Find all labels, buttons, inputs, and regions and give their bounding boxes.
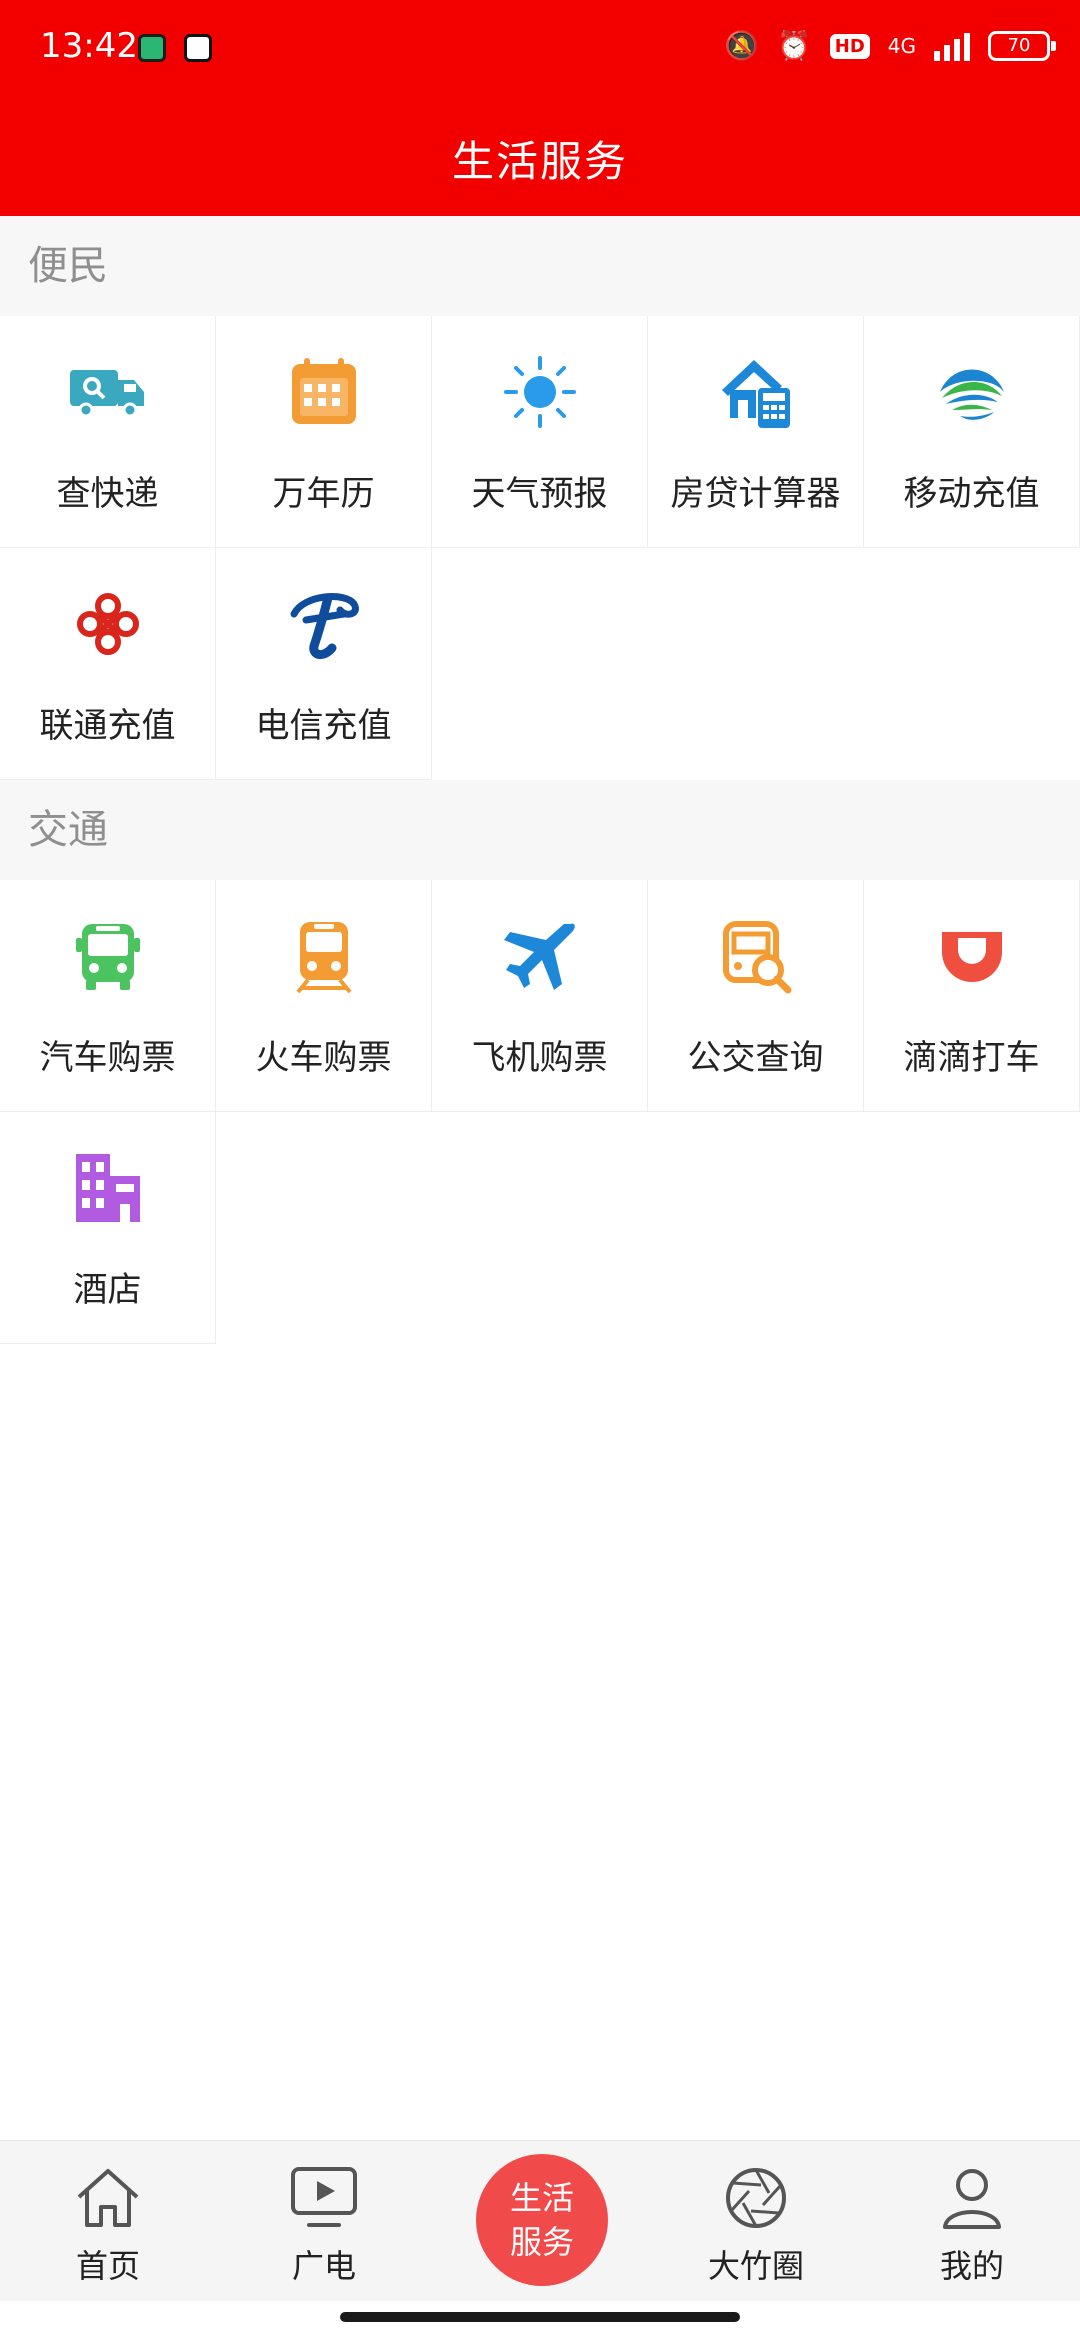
app-notification-icon <box>184 34 212 62</box>
train-icon <box>295 922 352 994</box>
nav-label: 大竹圈 <box>707 2247 804 2285</box>
china-mobile-icon <box>939 369 1004 420</box>
nav-label: 首页 <box>75 2247 140 2285</box>
notification-icons <box>138 34 212 62</box>
hotel-icon <box>75 1154 140 1222</box>
status-time: 13:42 <box>40 26 138 66</box>
airplane-icon <box>503 923 575 990</box>
nav-label: 广电 <box>291 2247 356 2285</box>
china-unicom-icon <box>76 593 139 655</box>
service-item-train-ticket[interactable]: 火车购票 <box>216 880 432 1112</box>
home-icon <box>77 2169 139 2227</box>
service-item-label: 电信充值 <box>255 706 392 746</box>
service-item-label: 万年历 <box>272 474 375 514</box>
signal-icon <box>934 31 970 61</box>
nav-item-home[interactable]: 首页 <box>0 2141 216 2301</box>
battery-icon: 70 <box>988 31 1056 61</box>
bell-muted-icon: 🔕 <box>724 29 759 62</box>
section-label-convenience: 便民 <box>0 216 1080 316</box>
nav-item-profile[interactable]: 我的 <box>864 2141 1080 2301</box>
service-item-label: 飞机购票 <box>471 1038 608 1078</box>
service-item-bus-ticket[interactable]: 汽车购票 <box>0 880 216 1112</box>
calendar-icon <box>291 358 356 424</box>
battery-level: 70 <box>1007 35 1031 56</box>
service-item-mortgage[interactable]: 房贷计算器 <box>648 316 864 548</box>
center-button-line1: 生活 <box>509 2179 574 2217</box>
nav-item-tv[interactable]: 广电 <box>216 2141 432 2301</box>
aperture-icon <box>726 2168 786 2228</box>
service-item-label: 火车购票 <box>255 1038 392 1078</box>
service-item-hotel[interactable]: 酒店 <box>0 1112 216 1344</box>
service-item-calendar[interactable]: 万年历 <box>216 316 432 548</box>
service-item-label: 公交查询 <box>687 1038 824 1078</box>
section-label-transport: 交通 <box>0 780 1080 880</box>
service-item-bus-query[interactable]: 公交查询 <box>648 880 864 1112</box>
nav-item-circle[interactable]: 大竹圈 <box>648 2141 864 2301</box>
bus-icon <box>75 924 140 990</box>
didi-icon <box>941 932 1002 982</box>
center-button-line2: 服务 <box>509 2223 574 2261</box>
service-item-label: 查快递 <box>56 474 159 514</box>
house-calculator-icon <box>721 360 790 428</box>
bus-search-icon <box>722 921 791 994</box>
delivery-truck-icon <box>69 370 144 418</box>
service-item-didi[interactable]: 滴滴打车 <box>864 880 1080 1112</box>
service-item-label: 汽车购票 <box>39 1038 176 1078</box>
china-telecom-icon <box>290 593 359 659</box>
service-item-label: 移动充值 <box>903 474 1040 514</box>
nav-label: 我的 <box>939 2247 1004 2285</box>
sun-icon <box>503 356 576 428</box>
service-item-label: 酒店 <box>73 1270 142 1310</box>
alarm-icon: ⏰ <box>776 29 812 62</box>
service-item-express[interactable]: 查快递 <box>0 316 216 548</box>
page-title: 生活服务 <box>451 137 628 186</box>
service-item-flight-ticket[interactable]: 飞机购票 <box>432 880 648 1112</box>
status-indicators: 🔕 ⏰ HD 4G 70 <box>724 26 1056 66</box>
header-bar: 13:42 🔕 ⏰ HD 4G 70 生活服务 <box>0 0 1080 216</box>
service-grid-transport: 汽车购票 火车购票 飞机购票 公交查询 滴滴打车 酒店 <box>0 880 1080 1344</box>
tv-play-icon <box>291 2167 357 2227</box>
service-item-unicom-recharge[interactable]: 联通充值 <box>0 548 216 780</box>
service-item-mobile-recharge[interactable]: 移动充值 <box>864 316 1080 548</box>
service-item-weather[interactable]: 天气预报 <box>432 316 648 548</box>
hd-badge: HD <box>829 33 870 59</box>
service-item-label: 房贷计算器 <box>670 474 841 514</box>
service-item-label: 联通充值 <box>39 706 176 746</box>
network-type: 4G <box>887 34 916 58</box>
service-item-label: 天气预报 <box>471 474 608 514</box>
phone-notification-icon <box>138 34 166 62</box>
service-grid-convenience: 查快递 万年历 天气预报 房贷计算器 移动充值 联通充值 电信充值 <box>0 316 1080 780</box>
service-item-telecom-recharge[interactable]: 电信充值 <box>216 548 432 780</box>
home-indicator[interactable] <box>340 2312 740 2322</box>
life-service-center-button[interactable]: 生活 服务 <box>476 2154 608 2286</box>
person-icon <box>943 2169 1001 2229</box>
service-item-label: 滴滴打车 <box>903 1038 1040 1078</box>
